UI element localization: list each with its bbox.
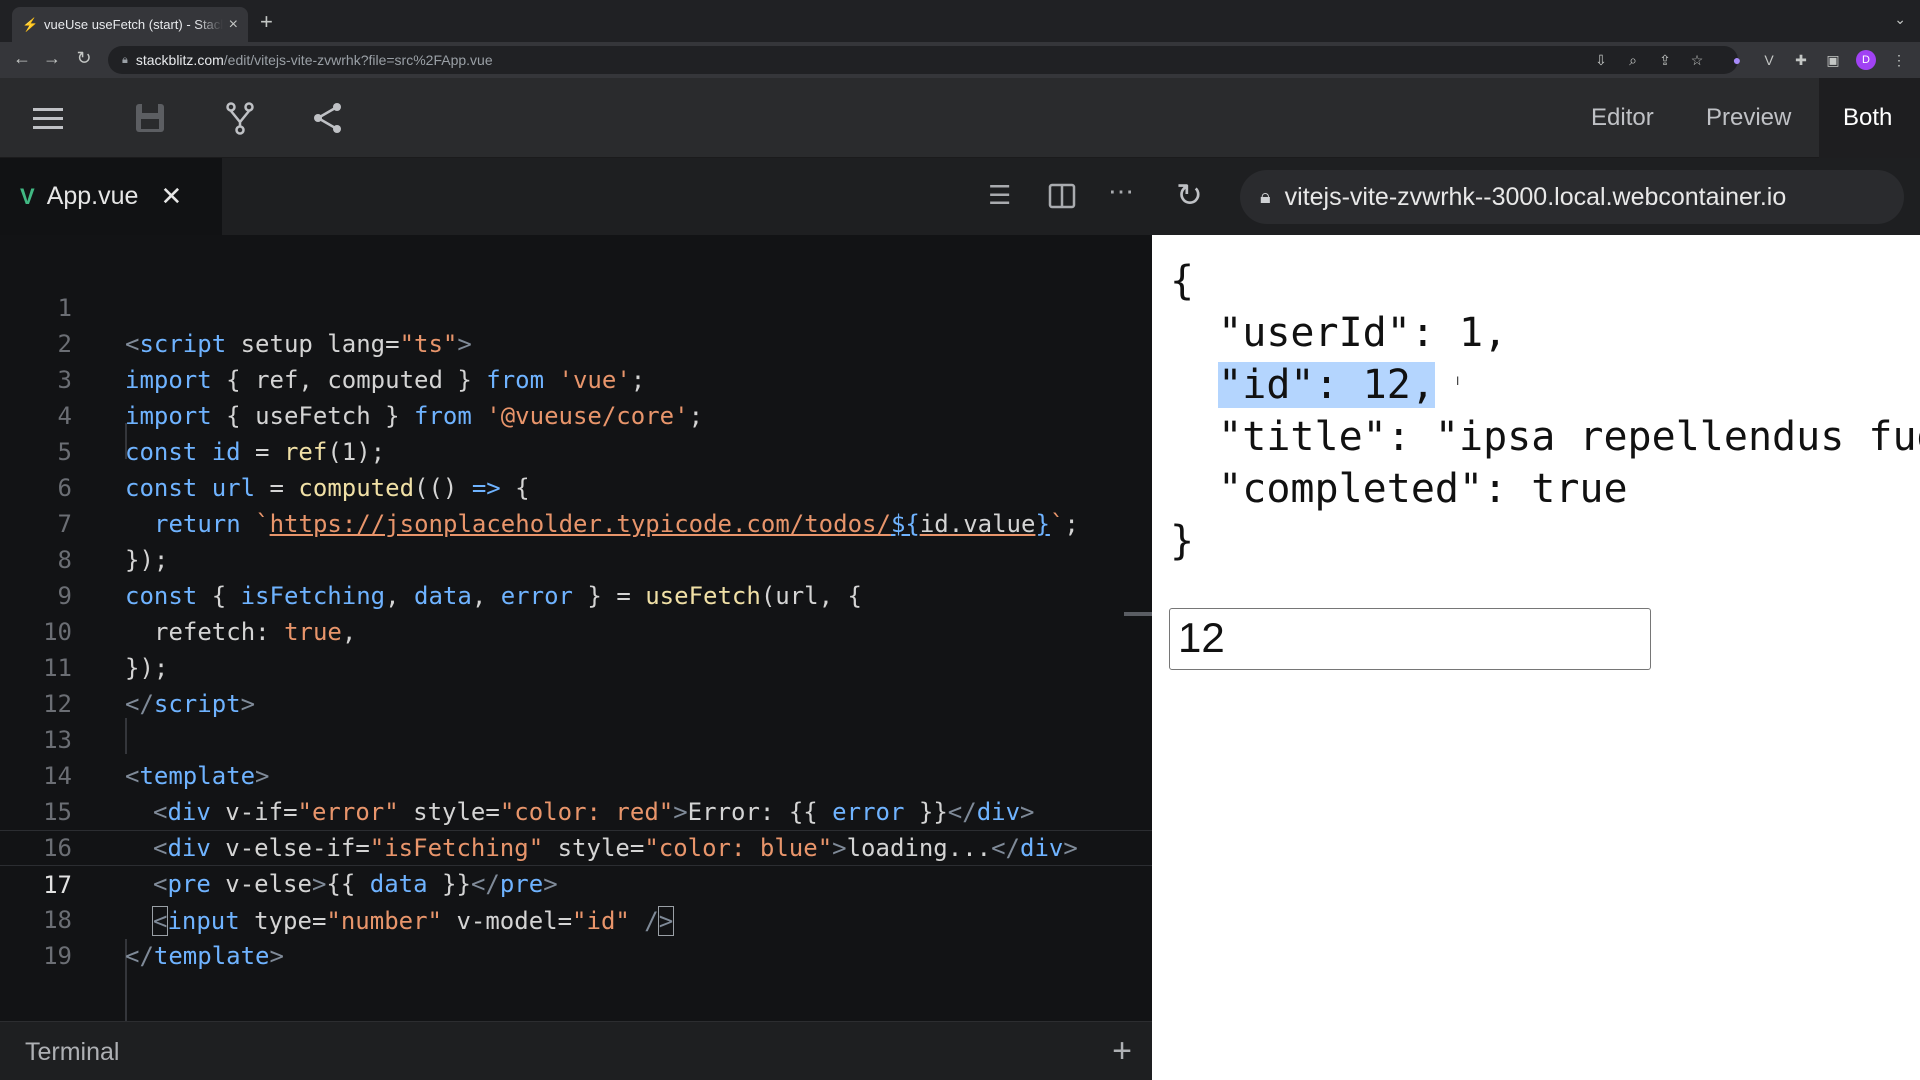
lock-icon: 🔒︎ [1260, 185, 1271, 208]
preview-toolbar: ↻ 🔒︎ vitejs-vite-zvwrhk--3000.local.webc… [1152, 158, 1920, 235]
terminal-panel-header[interactable]: Terminal + [0, 1021, 1152, 1080]
more-horizontal-icon[interactable]: ⋯ [1108, 176, 1134, 207]
file-tab-app-vue[interactable]: V App.vue ✕ [0, 158, 222, 235]
code-line: 6 return `https://jsonplaceholder.typico… [57, 474, 1079, 538]
view-editor-button[interactable]: Editor [1567, 78, 1678, 158]
code-line: 2 import { ref, computed } from 'vue'; [57, 330, 646, 394]
selected-text: "id": 12, [1218, 362, 1435, 408]
code-line: 13 <template> [43, 726, 270, 790]
editor-tabbar: V App.vue ✕ ☰ ⋯ [0, 158, 1152, 235]
share-icon[interactable] [310, 100, 346, 136]
bookmark-star-icon[interactable]: ☆ [1688, 51, 1706, 69]
code-line: 9 refetch: true, [57, 582, 357, 646]
stackblitz-header: Editor Preview Both [0, 78, 1920, 158]
address-bar[interactable]: 🔒︎ stackblitz.com /edit/vitejs-vite-zvwr… [108, 46, 1738, 74]
save-icon[interactable] [132, 100, 168, 136]
share-icon[interactable]: ⇪ [1656, 51, 1674, 69]
fork-icon[interactable] [222, 100, 258, 136]
code-line: 8 const { isFetching, data, error } = us… [57, 546, 862, 610]
json-output: { "userId": 1, "id": 12, "title": "ipsa … [1170, 258, 1920, 564]
code-line: 5 const url = computed(() => { [57, 438, 530, 502]
browser-tabstrip: ⚡ vueUse useFetch (start) - StackBlitz ×… [0, 0, 1920, 42]
more-vert-icon[interactable]: ⋮ [1890, 51, 1908, 69]
vue-devtools-icon[interactable]: V [1760, 51, 1778, 69]
code-editor[interactable]: 1 <script setup lang="ts"> 2 import { re… [0, 235, 1152, 1021]
terminal-label: Terminal [25, 1038, 120, 1066]
split-editor-icon[interactable] [1048, 182, 1076, 210]
code-line: 18 </template> [43, 906, 284, 970]
code-line: 14 <div v-if="error" style="color: red">… [43, 762, 1035, 826]
stackblitz-favicon-icon: ⚡ [22, 16, 39, 32]
browser-toolbar: ← → ↻ 🔒︎ stackblitz.com /edit/vitejs-vit… [0, 42, 1920, 78]
extensions-puzzle-icon[interactable]: ✚ [1792, 51, 1810, 69]
new-tab-icon[interactable]: + [260, 11, 273, 33]
id-number-input[interactable]: 12 [1169, 608, 1651, 670]
code-line: 11 </script> [43, 654, 256, 718]
text-cursor-icon: I [1456, 374, 1460, 388]
browser-tab-title: vueUse useFetch (start) - StackBlitz [44, 17, 223, 32]
code-line: 10 }); [43, 618, 169, 682]
extension-icon[interactable]: ● [1728, 51, 1746, 69]
reload-icon[interactable]: ↻ [72, 48, 96, 69]
code-line: 4 const id = ref(1); [57, 402, 386, 466]
preview-address-bar[interactable]: 🔒︎ vitejs-vite-zvwrhk--3000.local.webcon… [1240, 170, 1904, 224]
code-line: 1 <script setup lang="ts"> [57, 294, 472, 358]
url-path: /edit/vitejs-vite-zvwrhk?file=src%2FApp.… [223, 52, 493, 68]
close-icon[interactable]: ✕ [160, 181, 182, 212]
code-line: 7 }); [57, 510, 169, 574]
side-panel-icon[interactable]: ▣ [1824, 51, 1842, 69]
file-tab-label: App.vue [46, 182, 139, 210]
code-line: 3 import { useFetch } from '@vueuse/core… [57, 366, 704, 430]
add-terminal-icon[interactable]: + [1112, 1032, 1132, 1071]
install-icon[interactable]: ⇩ [1592, 51, 1610, 69]
code-line-current: 17 <input type="number" v-model="id" /> [0, 830, 1152, 936]
lock-icon: 🔒︎ [122, 53, 128, 66]
preview-pane[interactable]: { "userId": 1, "id": 12, "title": "ipsa … [1152, 235, 1920, 1080]
view-both-button[interactable]: Both [1819, 78, 1920, 158]
browser-tab[interactable]: ⚡ vueUse useFetch (start) - StackBlitz × [12, 7, 248, 42]
code-line: 15 <div v-else-if="isFetching" style="co… [43, 798, 1078, 862]
chevron-down-icon[interactable]: ⌄ [1894, 11, 1906, 28]
forward-icon[interactable]: → [40, 48, 64, 69]
close-tab-icon[interactable]: × [229, 16, 238, 34]
code-line: 19 [43, 942, 72, 970]
back-icon[interactable]: ← [10, 48, 34, 69]
code-line: 12 [43, 690, 72, 718]
refresh-preview-icon[interactable]: ↻ [1176, 176, 1203, 214]
avatar[interactable]: D [1856, 50, 1876, 70]
code-line: 16 <pre v-else>{{ data }}</pre> [43, 834, 558, 898]
zoom-icon[interactable]: ⌕ [1624, 51, 1642, 69]
url-host: stackblitz.com [135, 52, 224, 68]
format-code-icon[interactable]: ☰ [988, 180, 1011, 211]
hamburger-menu-icon[interactable] [30, 100, 66, 136]
preview-url-host: vitejs-vite-zvwrhk--3000.local.webcontai… [1284, 182, 1787, 211]
vue-file-icon: V [20, 183, 35, 209]
view-preview-button[interactable]: Preview [1682, 78, 1815, 158]
